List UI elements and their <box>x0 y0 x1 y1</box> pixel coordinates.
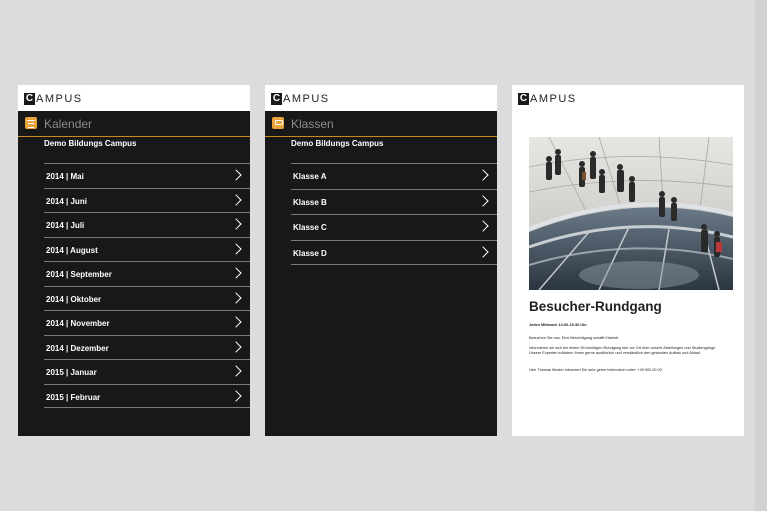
calendar-item-label: 2014 | Mai <box>46 172 84 181</box>
logo-initial: C <box>24 93 35 105</box>
logo-text: AMPUS <box>530 93 577 105</box>
calendar-subtitle: Demo Bildungs Campus <box>44 139 137 148</box>
calendar-item[interactable]: 2014 | November <box>44 310 250 335</box>
calendar-item[interactable]: 2014 | Juni <box>44 187 250 213</box>
calendar-item-label: 2014 | Juni <box>46 196 87 206</box>
chevron-right-icon <box>477 220 489 232</box>
tour-contact: Herr Thomas Muster informiert Sie sehr g… <box>529 368 663 372</box>
logo-text: AMPUS <box>36 93 83 105</box>
chevron-right-icon <box>477 169 489 181</box>
calendar-item-label: 2014 | Juli <box>46 221 85 230</box>
chevron-right-icon <box>230 365 242 377</box>
calendar-item-label: 2014 | August <box>46 245 98 255</box>
class-item[interactable]: Klasse A <box>291 163 497 189</box>
calendar-item[interactable]: 2014 | August <box>44 236 250 262</box>
calendar-item[interactable]: 2015 | Januar <box>44 359 250 384</box>
classes-subtitle: Demo Bildungs Campus <box>291 139 384 148</box>
chevron-right-icon <box>477 245 489 258</box>
classes-icon <box>272 117 284 129</box>
calendar-icon <box>25 117 37 129</box>
tour-description: Informieren sie sich bei einem 90-minüti… <box>529 346 717 355</box>
chevron-right-icon <box>477 194 489 207</box>
tour-title: Besucher-Rundgang <box>529 299 662 314</box>
calendar-item-label: 2014 | September <box>46 270 112 279</box>
chevron-right-icon <box>230 218 242 230</box>
calendar-item-label: 2014 | November <box>46 319 110 328</box>
classes-panel: C AMPUS Klassen Demo Bildungs Campus Kla… <box>265 85 497 436</box>
chevron-right-icon <box>230 193 242 206</box>
class-item-label: Klasse B <box>293 197 327 207</box>
calendar-item[interactable]: 2014 | Juli <box>44 212 250 237</box>
chevron-right-icon <box>230 169 242 181</box>
calendar-item-label: 2014 | Dezember <box>46 343 109 353</box>
logo-initial: C <box>271 93 282 105</box>
classes-header: Klassen <box>265 111 497 137</box>
class-item[interactable]: Klasse D <box>291 239 497 265</box>
calendar-panel: C AMPUS Kalender Demo Bildungs Campus 20… <box>18 85 250 436</box>
tour-photo <box>529 137 733 290</box>
calendar-item[interactable]: 2015 | Februar <box>44 383 250 408</box>
background-edge <box>755 0 767 511</box>
tour-intro: Besuchen Sie uns. Eine Besichtigung scha… <box>529 336 620 340</box>
chevron-right-icon <box>230 389 242 402</box>
tour-time: Jeden Mittwoch 14:00-15:30 Uhr <box>529 323 587 327</box>
calendar-header-title: Kalender <box>44 117 93 131</box>
logo-bar: C AMPUS <box>18 85 250 111</box>
logo-bar: C AMPUS <box>265 85 497 111</box>
calendar-item-label: 2014 | Oktober <box>46 294 102 304</box>
campus-logo[interactable]: C AMPUS <box>271 93 330 105</box>
calendar-item-label: 2015 | Februar <box>46 392 101 402</box>
chevron-right-icon <box>230 242 242 255</box>
calendar-item-label: 2015 | Januar <box>46 368 97 377</box>
logo-text: AMPUS <box>283 93 330 105</box>
calendar-item[interactable]: 2014 | Dezember <box>44 334 250 360</box>
class-item-label: Klasse D <box>293 248 327 258</box>
logo-bar: C AMPUS <box>512 85 744 111</box>
class-item-label: Klasse A <box>293 172 327 181</box>
calendar-item[interactable]: 2014 | Mai <box>44 163 250 188</box>
logo-initial: C <box>518 93 529 105</box>
chevron-right-icon <box>230 267 242 279</box>
chevron-right-icon <box>230 340 242 353</box>
class-item[interactable]: Klasse C <box>291 214 497 240</box>
calendar-item[interactable]: 2014 | Oktober <box>44 285 250 311</box>
calendar-header: Kalender <box>18 111 250 137</box>
chevron-right-icon <box>230 316 242 328</box>
chevron-right-icon <box>230 291 242 304</box>
calendar-list: 2014 | Mai 2014 | Juni 2014 | Juli 2014 … <box>44 163 250 408</box>
classes-list: Klasse A Klasse B Klasse C Klasse D <box>291 163 497 265</box>
campus-logo[interactable]: C AMPUS <box>518 93 577 105</box>
classes-header-title: Klassen <box>291 117 334 131</box>
tour-panel: C AMPUS Besucher-Rundgang Jeden Mittwoch… <box>512 85 744 436</box>
calendar-item[interactable]: 2014 | September <box>44 261 250 286</box>
class-item[interactable]: Klasse B <box>291 188 497 215</box>
campus-logo[interactable]: C AMPUS <box>24 93 83 105</box>
class-item-label: Klasse C <box>293 223 327 232</box>
